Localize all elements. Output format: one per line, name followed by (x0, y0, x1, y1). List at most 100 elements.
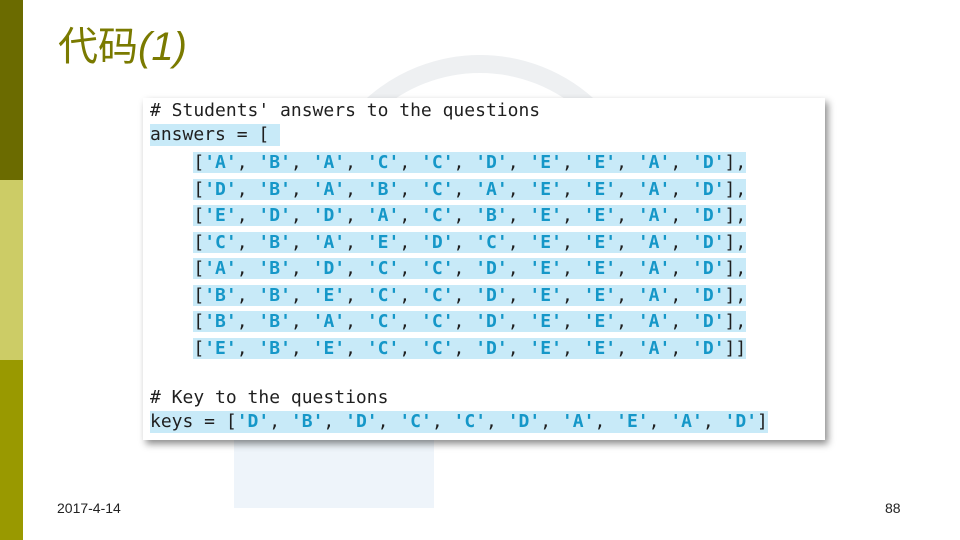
separator: , (399, 258, 422, 279)
answer-literal: 'A' (637, 178, 671, 200)
key-literal: 'C' (399, 411, 432, 432)
separator: , (345, 337, 367, 359)
bracket: [ (193, 337, 205, 359)
answer-literal: 'D' (692, 152, 725, 173)
answer-row: ['E', 'D', 'D', 'A', 'C', 'B', 'E', 'E',… (150, 205, 747, 227)
answer-literal: 'D' (475, 337, 508, 359)
separator: , (453, 152, 476, 173)
answer-literal: 'B' (258, 337, 291, 359)
separator: , (507, 178, 530, 200)
answer-literal: 'B' (258, 152, 291, 173)
separator: , (507, 231, 530, 253)
accent-bar-middle (0, 180, 23, 360)
separator: , (269, 411, 291, 432)
slide-date: 2017-4-14 (57, 500, 121, 516)
separator: , (399, 231, 422, 253)
answer-literal: 'E' (312, 284, 346, 306)
bracket: ] (757, 411, 768, 432)
bracket: [ (193, 284, 205, 306)
answer-literal: 'A' (312, 311, 346, 332)
answer-literal: 'E' (529, 178, 562, 200)
answer-literal: 'E' (529, 152, 562, 173)
separator: , (399, 337, 422, 359)
answer-literal: 'C' (421, 258, 454, 279)
separator: , (345, 284, 367, 306)
separator: , (561, 178, 584, 200)
answer-literal: 'E' (312, 337, 346, 359)
separator: , (616, 178, 638, 200)
answer-literal: 'E' (204, 205, 237, 226)
answer-literal: 'C' (421, 311, 454, 332)
answer-literal: 'D' (692, 258, 725, 279)
answer-row: ['D', 'B', 'A', 'B', 'C', 'A', 'E', 'E',… (150, 178, 747, 201)
separator: , (290, 337, 313, 359)
answer-literal: 'B' (258, 231, 291, 253)
separator: , (236, 205, 259, 226)
keys-decl-text: keys = (150, 411, 226, 432)
answer-literal: 'E' (583, 152, 617, 173)
separator: , (453, 337, 476, 359)
bracket: ]] (724, 337, 747, 359)
bracket: [ (193, 258, 205, 279)
separator: , (507, 152, 530, 173)
answer-literal: 'A' (637, 337, 671, 359)
separator: , (616, 284, 638, 306)
separator: , (670, 311, 693, 332)
separator: , (507, 205, 530, 226)
answer-literal: 'A' (312, 178, 346, 200)
answer-literal: 'B' (475, 205, 508, 226)
answer-literal: 'B' (258, 178, 291, 200)
answer-literal: 'E' (366, 231, 400, 253)
answer-literal: 'C' (421, 152, 454, 173)
answer-literal: 'E' (529, 205, 562, 226)
separator: , (399, 311, 422, 332)
separator: , (616, 337, 638, 359)
separator: , (540, 411, 562, 432)
separator: , (345, 311, 367, 332)
bracket: [ (225, 411, 237, 432)
separator: , (561, 284, 584, 306)
answer-literal: 'A' (366, 205, 400, 226)
answer-literal: 'A' (637, 231, 671, 253)
separator: , (507, 311, 530, 332)
separator: , (670, 205, 693, 226)
answer-literal: 'B' (204, 284, 237, 306)
answer-row-content: ['D', 'B', 'A', 'B', 'C', 'A', 'E', 'E',… (193, 178, 747, 200)
separator: , (323, 411, 346, 432)
answer-literal: 'D' (692, 284, 725, 306)
separator: , (431, 411, 454, 432)
separator: , (616, 231, 638, 253)
answer-row-content: ['A', 'B', 'D', 'C', 'C', 'D', 'E', 'E',… (193, 258, 747, 279)
answer-literal: 'E' (529, 311, 562, 332)
answer-literal: 'D' (692, 231, 725, 253)
answer-row-content: ['C', 'B', 'A', 'E', 'D', 'C', 'E', 'E',… (193, 231, 747, 253)
separator: , (290, 258, 313, 279)
key-literal: 'A' (561, 411, 595, 432)
bracket: [ (193, 205, 205, 226)
slide-page-number: 88 (885, 500, 901, 516)
separator: , (236, 152, 259, 173)
separator: , (453, 311, 476, 332)
answer-literal: 'C' (366, 152, 400, 173)
answer-literal: 'A' (637, 284, 671, 306)
answer-row: ['E', 'B', 'E', 'C', 'C', 'D', 'E', 'E',… (150, 337, 747, 360)
separator: , (399, 152, 422, 173)
answer-literal: 'C' (366, 258, 400, 279)
separator: , (345, 152, 367, 173)
separator: , (377, 411, 400, 432)
key-literal: 'C' (453, 411, 487, 432)
answer-literal: 'B' (366, 178, 400, 200)
answer-literal: 'C' (421, 337, 454, 359)
answer-row-content: ['A', 'B', 'A', 'C', 'C', 'D', 'E', 'E',… (193, 152, 747, 173)
bracket: ], (724, 311, 747, 332)
key-literal: 'E' (616, 411, 649, 432)
answer-literal: 'E' (583, 258, 617, 279)
comment-answers: # Students' answers to the questions (150, 100, 541, 121)
key-literal: 'D' (507, 411, 541, 432)
separator: , (670, 152, 693, 173)
answer-literal: 'B' (258, 258, 291, 279)
answer-literal: 'D' (475, 152, 508, 173)
